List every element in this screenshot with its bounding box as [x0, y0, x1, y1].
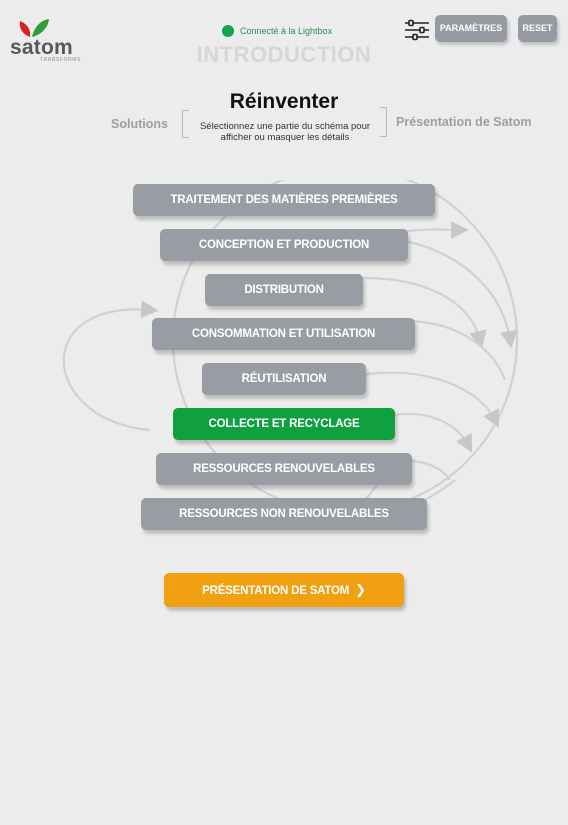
step-distribution[interactable]: DISTRIBUTION — [205, 274, 363, 306]
nav-next-presentation[interactable]: Présentation de Satom — [396, 115, 531, 129]
step-ressources-renouvelables[interactable]: RESSOURCES RENOUVELABLES — [156, 453, 412, 485]
step-reutilisation[interactable]: RÉUTILISATION — [202, 363, 366, 395]
step-collecte-active[interactable]: COLLECTE ET RECYCLAGE — [173, 408, 395, 440]
cycle-diagram: TRAITEMENT DES MATIÈRES PREMIÈRES CONCEP… — [0, 180, 568, 540]
presentation-satom-button[interactable]: PRÉSENTATION DE SATOM ❯ — [164, 573, 404, 607]
step-consommation[interactable]: CONSOMMATION ET UTILISATION — [152, 318, 415, 350]
status-dot-icon — [222, 25, 234, 37]
chevron-right-icon: ❯ — [355, 582, 366, 597]
leaf-red-icon — [19, 21, 31, 37]
page-subtitle: Sélectionnez une partie du schéma pour a… — [199, 121, 371, 143]
step-ressources-non-renouvelables[interactable]: RESSOURCES NON RENOUVELABLES — [141, 498, 427, 530]
parametres-button[interactable]: PARAMÈTRES — [435, 15, 507, 42]
bracket-left — [182, 110, 189, 138]
connection-status-text: Connecté à la Lightbox — [240, 26, 333, 36]
page-title: Réinventer — [229, 90, 339, 113]
step-traitement[interactable]: TRAITEMENT DES MATIÈRES PREMIÈRES — [133, 184, 435, 216]
page-header: INTRODUCTION — [196, 42, 372, 67]
sliders-icon[interactable] — [404, 19, 430, 41]
leaf-green-icon — [32, 19, 49, 37]
bracket-right — [380, 107, 387, 137]
connection-status: Connecté à la Lightbox — [222, 25, 332, 37]
cta-label: PRÉSENTATION DE SATOM — [202, 585, 350, 597]
reset-button[interactable]: RESET — [518, 15, 557, 42]
step-conception[interactable]: CONCEPTION ET PRODUCTION — [160, 229, 408, 261]
nav-previous-solutions[interactable]: Solutions — [111, 117, 168, 131]
